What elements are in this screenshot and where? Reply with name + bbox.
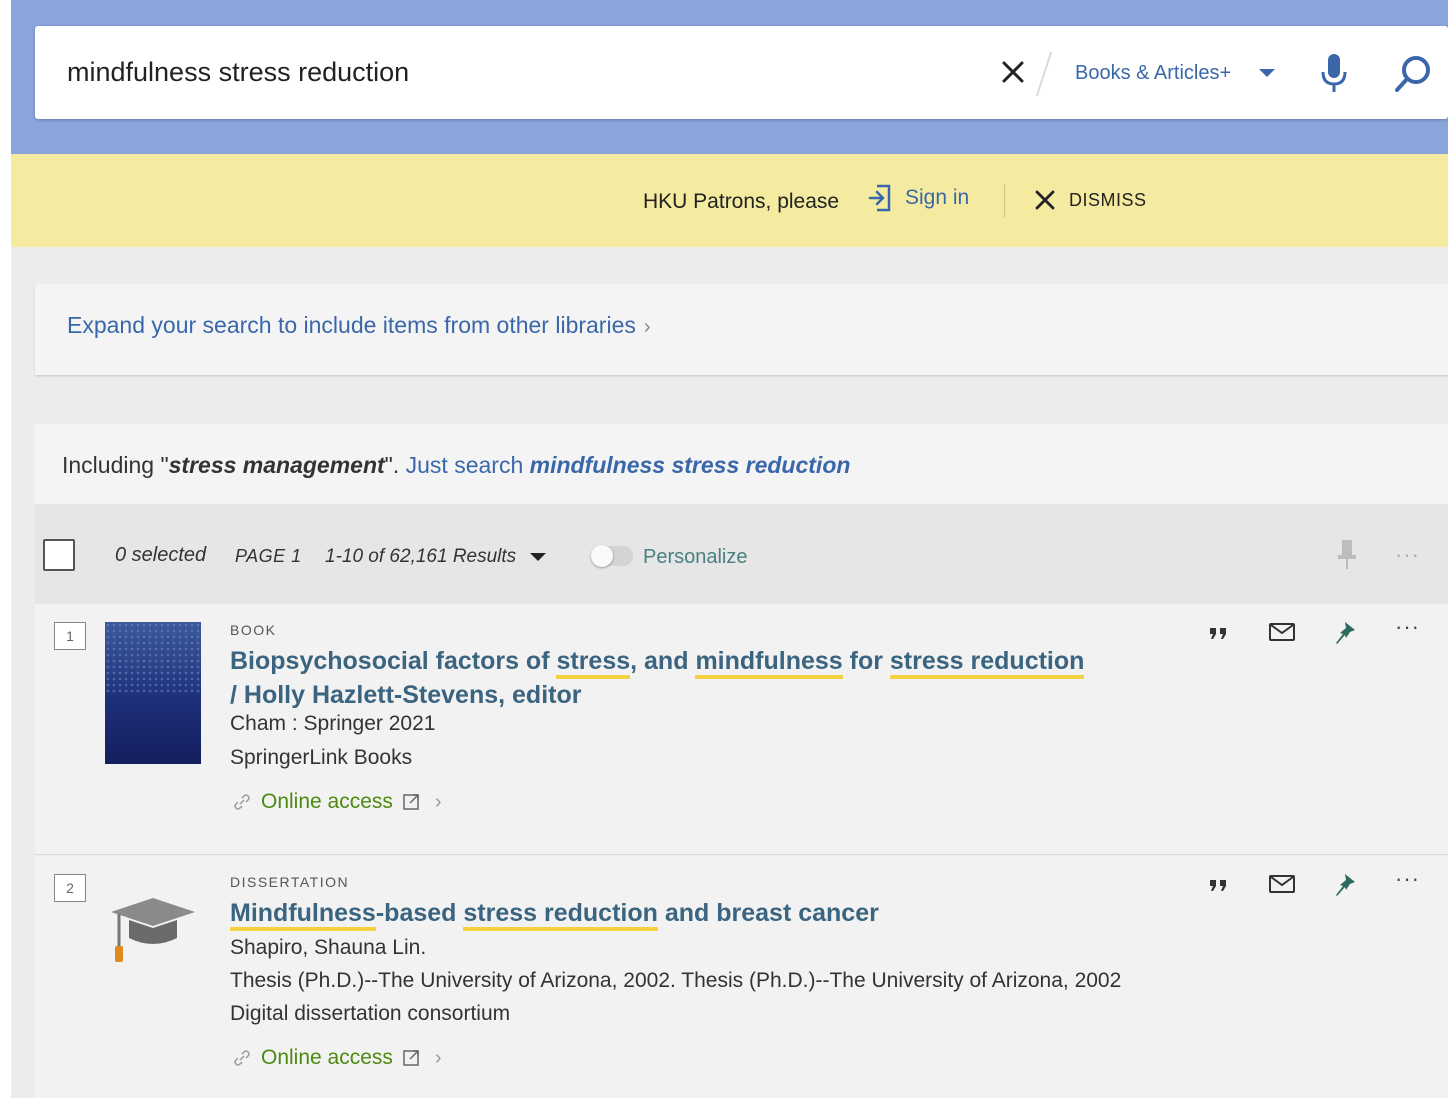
expand-search-link[interactable]: Expand your search to include items from… (67, 312, 651, 339)
result-source: SpringerLink Books (230, 746, 413, 769)
clear-search-button[interactable] (997, 56, 1029, 88)
just-search-term: mindfulness stress reduction (529, 452, 851, 478)
signin-banner: HKU Patrons, please Sign in DISMISS (11, 154, 1448, 247)
chevron-down-icon (530, 553, 547, 561)
email-button[interactable] (1268, 872, 1296, 901)
including-term: stress management (168, 452, 385, 478)
title-text: and breast cancer (657, 899, 879, 927)
cite-button[interactable] (1207, 620, 1231, 649)
sign-in-icon (868, 184, 891, 212)
email-icon (1269, 875, 1295, 893)
pin-icon (1336, 874, 1355, 896)
close-icon (1035, 190, 1055, 210)
chevron-right-icon: › (434, 790, 442, 813)
personalize-label[interactable]: Personalize (643, 546, 748, 569)
email-icon (1269, 623, 1295, 641)
title-text: for (842, 647, 890, 675)
result-number: 1 (54, 622, 86, 650)
result-publisher: Cham : Springer 2021 (230, 712, 436, 735)
just-search-link[interactable]: Just search mindfulness stress reduction (406, 452, 851, 478)
select-all-checkbox[interactable] (43, 539, 75, 571)
signin-button[interactable]: Sign in (867, 182, 969, 214)
title-text: Biopsychosocial factors of (230, 647, 557, 675)
search-divider (1035, 52, 1053, 96)
graduation-cap-icon (111, 898, 195, 962)
result-item: 2 DISSERTATION Mindfulness-based stress … (35, 856, 1448, 1098)
online-access-link[interactable]: Online access › (233, 1046, 442, 1070)
title-text: , and (630, 647, 696, 675)
title-highlight: stress (556, 647, 631, 679)
chevron-right-icon: › (643, 316, 651, 338)
results-toolbar: 0 selected PAGE 1 1-10 of 62,161 Results… (35, 504, 1448, 604)
query-expansion-text: Including "stress management". Just sear… (62, 452, 850, 479)
banner-divider (1004, 184, 1005, 218)
online-access-label: Online access (261, 1046, 393, 1069)
voice-search-button[interactable] (1319, 52, 1349, 96)
search-button[interactable] (1393, 54, 1433, 94)
title-text: -based (375, 899, 464, 927)
search-scope-select[interactable]: Books & Articles+ (1075, 58, 1276, 88)
search-box: Books & Articles+ (35, 26, 1448, 119)
online-access-link[interactable]: Online access › (233, 790, 442, 814)
book-cover-thumbnail[interactable] (105, 622, 201, 764)
query-expansion-bar: Including "stress management". Just sear… (35, 424, 1448, 504)
pin-icon (1338, 540, 1356, 569)
chevron-right-icon: › (434, 1046, 442, 1069)
toggle-knob (591, 545, 613, 567)
pinned-items-button[interactable] (1336, 538, 1358, 570)
result-title-link[interactable]: Biopsychosocial factors of stress, and m… (230, 644, 1130, 712)
online-access-label: Online access (261, 790, 393, 813)
just-search-prefix: Just search (405, 452, 530, 478)
results-count-dropdown[interactable]: 1-10 of 62,161 Results (325, 546, 547, 568)
toolbar-more-button[interactable]: ··· (1395, 542, 1420, 568)
result-more-button[interactable]: ··· (1395, 614, 1420, 640)
search-icon (1395, 56, 1430, 92)
title-text: / Holly Hazlett-Stevens, editor (230, 681, 582, 709)
result-thesis-note: Thesis (Ph.D.)--The University of Arizon… (230, 969, 1122, 992)
selected-count: 0 selected (115, 544, 207, 566)
close-icon (1002, 61, 1024, 83)
link-icon (234, 794, 250, 810)
title-highlight: stress reduction (463, 899, 658, 931)
title-highlight: stress reduction (889, 647, 1085, 679)
quote-icon (1210, 880, 1226, 891)
result-type: BOOK (230, 622, 277, 638)
dismiss-button[interactable]: DISMISS (1033, 188, 1147, 212)
cite-button[interactable] (1207, 872, 1231, 901)
result-type: DISSERTATION (230, 874, 350, 890)
result-title-link[interactable]: Mindfulness-based stress reduction and b… (230, 896, 1130, 931)
email-button[interactable] (1268, 620, 1296, 649)
microphone-icon (1321, 54, 1347, 92)
search-input[interactable] (67, 54, 967, 90)
including-prefix: Including " (62, 452, 169, 478)
signin-label: Sign in (905, 186, 970, 209)
chevron-down-icon (1259, 69, 1276, 77)
expand-search-card: Expand your search to include items from… (35, 284, 1448, 375)
quote-icon (1210, 628, 1226, 639)
expand-search-label: Expand your search to include items from… (67, 312, 636, 338)
external-link-icon (403, 794, 419, 810)
personalize-toggle[interactable] (591, 545, 633, 567)
results-count-label: 1-10 of 62,161 Results (325, 546, 517, 567)
result-number: 2 (54, 874, 86, 902)
banner-text: HKU Patrons, please (643, 190, 840, 213)
result-item: 1 BOOK Biopsychosocial factors of stress… (35, 604, 1448, 855)
external-link-icon (403, 1050, 419, 1066)
link-icon (234, 1050, 250, 1066)
search-header: Books & Articles+ (11, 0, 1448, 154)
search-scope-label: Books & Articles+ (1075, 61, 1232, 84)
dismiss-label: DISMISS (1069, 189, 1147, 210)
pin-button[interactable] (1333, 620, 1357, 653)
result-author: Shapiro, Shauna Lin. (230, 936, 427, 959)
title-highlight: mindfulness (695, 647, 843, 679)
pin-button[interactable] (1333, 872, 1357, 905)
app: Books & Articles+ HKU Patrons, please (11, 0, 1448, 1098)
result-source: Digital dissertation consortium (230, 1002, 511, 1025)
result-more-button[interactable]: ··· (1395, 866, 1420, 892)
pin-icon (1336, 622, 1355, 644)
title-highlight: Mindfulness (230, 899, 376, 931)
page-indicator: PAGE 1 (235, 546, 302, 566)
including-suffix: ". (384, 452, 406, 478)
